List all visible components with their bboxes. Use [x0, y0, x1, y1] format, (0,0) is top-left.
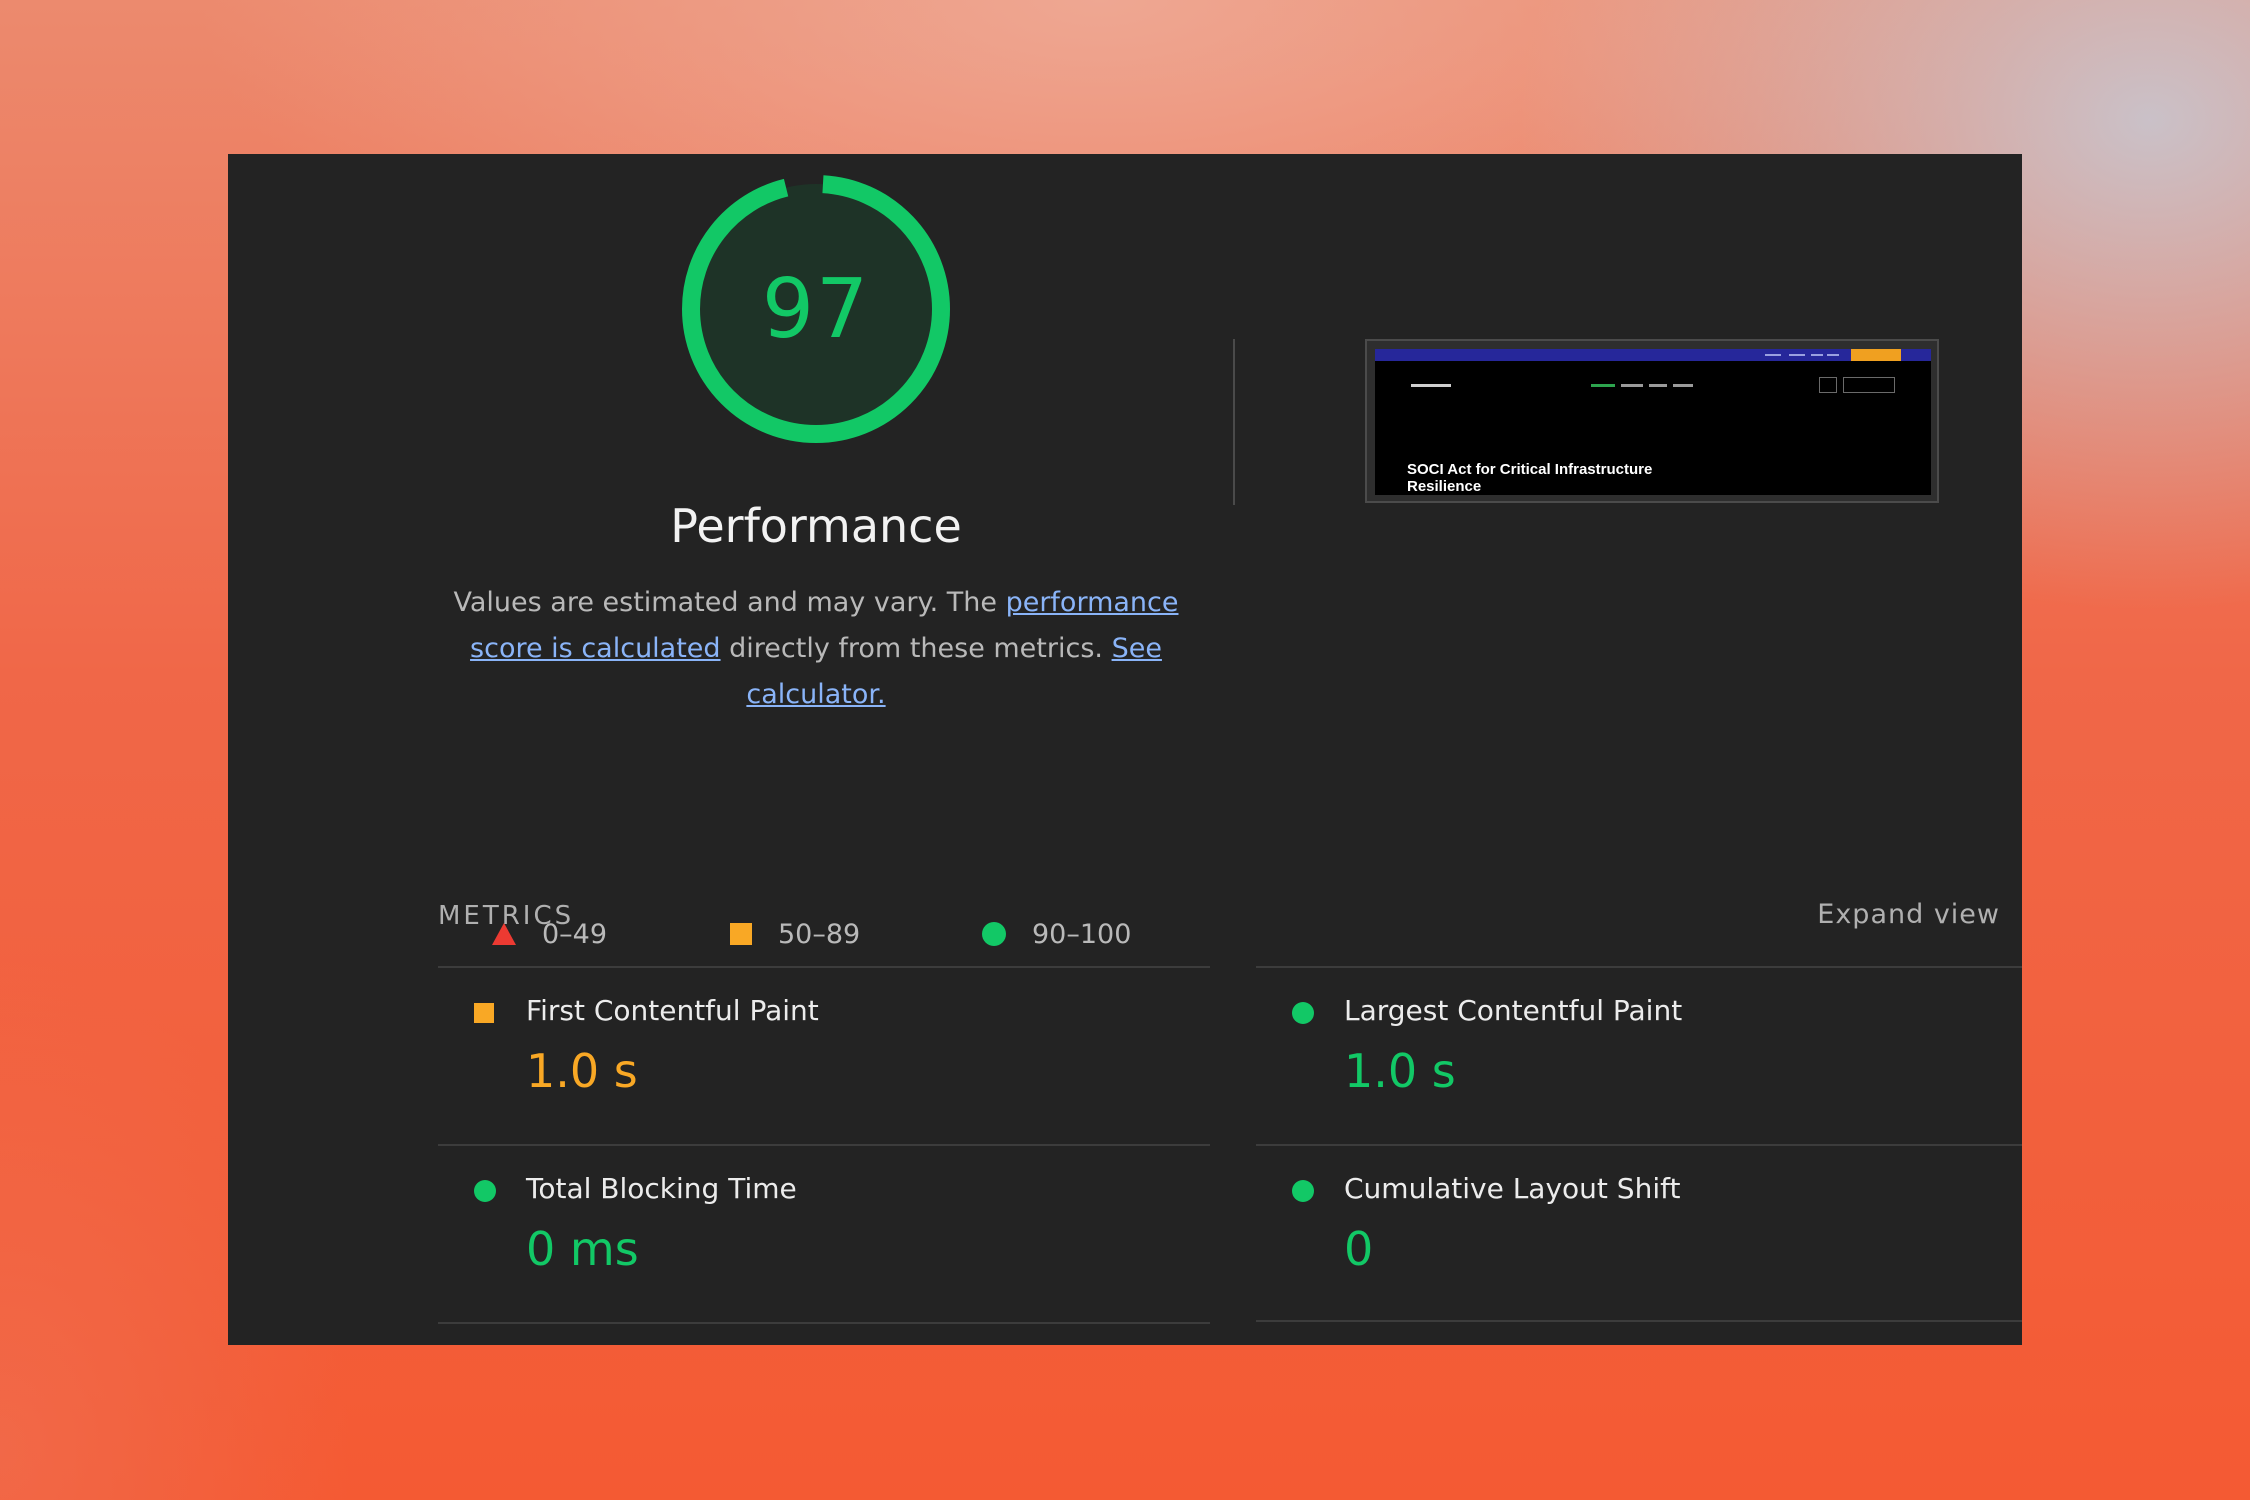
metric-value: 0 — [1344, 1222, 1374, 1276]
legend-pass: 90–100 — [982, 914, 1131, 954]
description-text-1: Values are estimated and may vary. The — [453, 587, 1006, 618]
metric-first-contentful-paint: First Contentful Paint 1.0 s — [438, 968, 1198, 1144]
final-screenshot-thumbnail[interactable]: SOCI Act for Critical Infrastructure Res… — [1365, 339, 1939, 503]
legend-average: 50–89 — [730, 914, 860, 954]
metric-largest-contentful-paint: Largest Contentful Paint 1.0 s — [1256, 968, 2016, 1144]
thumbnail-logo — [1411, 384, 1451, 387]
metric-name: Largest Contentful Paint — [1344, 994, 1683, 1027]
lighthouse-report-panel: 97 Performance Values are estimated and … — [228, 154, 2022, 1345]
circle-icon — [1292, 1180, 1314, 1202]
category-title: Performance — [670, 499, 962, 553]
score-description: Values are estimated and may vary. The p… — [450, 580, 1182, 718]
metrics-heading: METRICS — [438, 901, 575, 931]
metric-cumulative-layout-shift: Cumulative Layout Shift 0 — [1256, 1146, 2016, 1322]
score-value: 97 — [761, 261, 871, 357]
performance-score-gauge: 97 — [671, 164, 961, 454]
thumbnail-top-bar — [1375, 349, 1931, 361]
metric-name: Cumulative Layout Shift — [1344, 1172, 1681, 1205]
metric-name: First Contentful Paint — [526, 994, 819, 1027]
expand-view-button[interactable]: Expand view — [1817, 899, 2000, 930]
circle-icon — [474, 1180, 496, 1202]
vertical-divider — [1233, 339, 1235, 505]
square-icon — [730, 923, 752, 945]
metric-value: 1.0 s — [1344, 1044, 1456, 1098]
metrics-divider — [1256, 1320, 2022, 1322]
square-icon — [474, 1003, 494, 1023]
metric-value: 1.0 s — [526, 1044, 638, 1098]
description-text-2: directly from these metrics. — [720, 633, 1112, 664]
metric-value: 0 ms — [526, 1222, 639, 1276]
legend-average-range: 50–89 — [778, 918, 861, 950]
circle-icon — [982, 922, 1006, 946]
metrics-divider — [438, 1322, 1210, 1324]
legend-pass-range: 90–100 — [1032, 918, 1132, 950]
metric-total-blocking-time: Total Blocking Time 0 ms — [438, 1146, 1198, 1322]
screenshot-image: SOCI Act for Critical Infrastructure Res… — [1375, 349, 1931, 495]
circle-icon — [1292, 1002, 1314, 1024]
thumbnail-heading: SOCI Act for Critical Infrastructure Res… — [1407, 461, 1653, 495]
metric-name: Total Blocking Time — [526, 1172, 797, 1205]
